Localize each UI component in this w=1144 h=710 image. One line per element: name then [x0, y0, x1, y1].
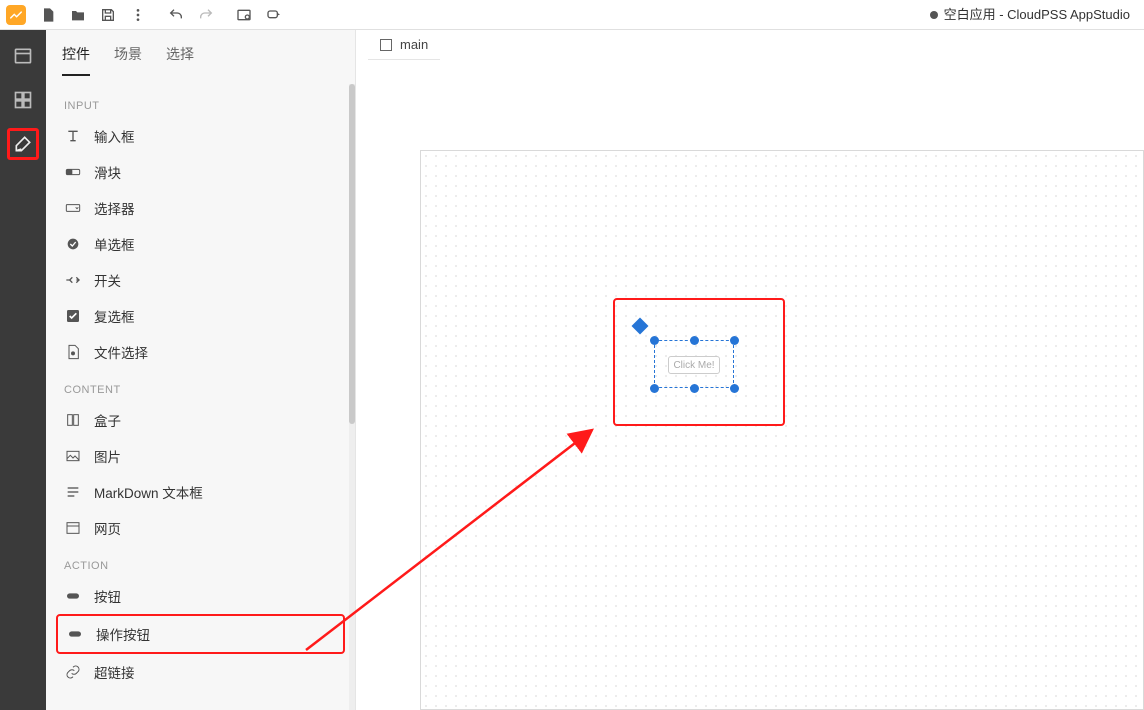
widget-label: 超链接: [94, 662, 135, 682]
more-menu-button[interactable]: [126, 3, 150, 27]
open-folder-button[interactable]: [66, 3, 90, 27]
widget-label: 文件选择: [94, 342, 148, 362]
page-icon: [380, 39, 392, 51]
image-icon: [64, 447, 82, 465]
tab-widgets[interactable]: 控件: [62, 44, 90, 76]
box-icon: [64, 411, 82, 429]
widget-label: 复选框: [94, 306, 135, 326]
widget-selector[interactable]: 选择器: [56, 190, 345, 226]
redo-button[interactable]: [194, 3, 218, 27]
widget-label: 按钮: [94, 586, 121, 606]
widget-label: 滑块: [94, 162, 121, 182]
tab-scenes[interactable]: 场景: [114, 44, 142, 76]
preview-button[interactable]: [232, 3, 256, 27]
resize-handle-sw[interactable]: [650, 384, 659, 393]
resize-handle-ne[interactable]: [730, 336, 739, 345]
widget-switch[interactable]: 开关: [56, 262, 345, 298]
checkbox-icon: [64, 307, 82, 325]
activity-widgets[interactable]: [7, 128, 39, 160]
markdown-icon: [64, 483, 82, 501]
section-header-content: CONTENT: [56, 370, 345, 402]
title-text: 空白应用 - CloudPSS AppStudio: [944, 0, 1130, 30]
dropdown-icon: [64, 199, 82, 217]
widget-label: 盒子: [94, 410, 121, 430]
resize-handle-n[interactable]: [690, 336, 699, 345]
widget-label: 输入框: [94, 126, 135, 146]
widget-label: 选择器: [94, 198, 135, 218]
canvas-tab-main[interactable]: main: [368, 30, 440, 60]
widget-label: 操作按钮: [96, 624, 150, 644]
widget-label: 开关: [94, 270, 121, 290]
widget-box[interactable]: 盒子: [56, 402, 345, 438]
widget-label: 图片: [94, 446, 121, 466]
widget-radio[interactable]: 单选框: [56, 226, 345, 262]
widgets-panel: 控件 场景 选择 INPUT 输入框 滑块 选择器 单选框 开关 复选框 文件选…: [46, 30, 356, 710]
run-button[interactable]: [262, 3, 286, 27]
panel-scrollbar[interactable]: [349, 84, 355, 710]
tab-select[interactable]: 选择: [166, 44, 194, 76]
text-field-icon: [64, 127, 82, 145]
panel-tabs: 控件 场景 选择: [46, 30, 355, 76]
widget-checkbox[interactable]: 复选框: [56, 298, 345, 334]
new-file-button[interactable]: [36, 3, 60, 27]
selected-widget[interactable]: Click Me!: [654, 340, 734, 388]
window-title: 空白应用 - CloudPSS AppStudio: [930, 0, 1130, 30]
widget-input-text[interactable]: 输入框: [56, 118, 345, 154]
button-icon: [64, 587, 82, 605]
action-button-icon: [66, 625, 84, 643]
resize-handle-se[interactable]: [730, 384, 739, 393]
widget-image[interactable]: 图片: [56, 438, 345, 474]
activity-assets[interactable]: [7, 84, 39, 116]
unsaved-indicator-dot: [930, 11, 938, 19]
widget-slider[interactable]: 滑块: [56, 154, 345, 190]
widget-markdown[interactable]: MarkDown 文本框: [56, 474, 345, 510]
link-icon: [64, 663, 82, 681]
widgets-scroll[interactable]: INPUT 输入框 滑块 选择器 单选框 开关 复选框 文件选择 CONTENT…: [46, 76, 355, 710]
webpage-icon: [64, 519, 82, 537]
switch-icon: [64, 271, 82, 289]
widget-hyperlink[interactable]: 超链接: [56, 654, 345, 690]
widget-label: 网页: [94, 518, 121, 538]
canvas-area[interactable]: main Click Me!: [356, 30, 1144, 710]
save-button[interactable]: [96, 3, 120, 27]
top-toolbar: 空白应用 - CloudPSS AppStudio: [0, 0, 1144, 30]
radio-icon: [64, 235, 82, 253]
canvas-tab-label: main: [400, 37, 428, 52]
resize-handle-s[interactable]: [690, 384, 699, 393]
widget-label: 单选框: [94, 234, 135, 254]
widget-webpage[interactable]: 网页: [56, 510, 345, 546]
app-logo: [6, 5, 26, 25]
artboard[interactable]: [420, 150, 1144, 710]
activity-bar: [0, 30, 46, 710]
undo-button[interactable]: [164, 3, 188, 27]
widget-label: MarkDown 文本框: [94, 482, 203, 502]
widget-button[interactable]: 按钮: [56, 578, 345, 614]
widget-file[interactable]: 文件选择: [56, 334, 345, 370]
activity-pages[interactable]: [7, 40, 39, 72]
widget-action-button[interactable]: 操作按钮: [56, 614, 345, 654]
file-icon: [64, 343, 82, 361]
section-header-action: ACTION: [56, 546, 345, 578]
section-header-input: INPUT: [56, 86, 345, 118]
resize-handle-nw[interactable]: [650, 336, 659, 345]
slider-icon: [64, 163, 82, 181]
scrollbar-thumb[interactable]: [349, 84, 355, 424]
canvas-action-button[interactable]: Click Me!: [668, 356, 720, 374]
